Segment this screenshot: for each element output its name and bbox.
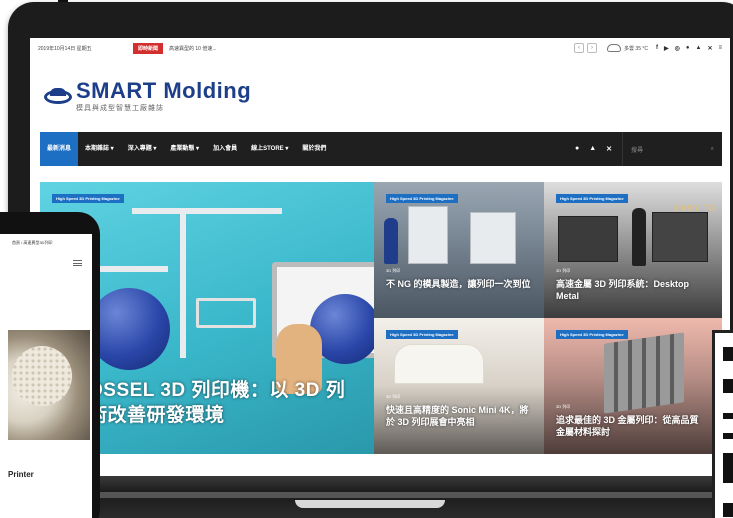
worker-illustration	[384, 218, 398, 264]
youtube-icon[interactable]: ▶	[664, 45, 669, 52]
article-image	[8, 330, 90, 440]
article-category: 3D 列印	[556, 268, 571, 273]
article-category: 3D 列印	[556, 404, 571, 409]
model-illustration	[394, 344, 484, 384]
social-links: f ▶ ◎ ● ▲ ✕ ≡	[656, 45, 722, 52]
search-placeholder: 搜尋	[631, 147, 644, 154]
article-title[interactable]: 不 NG 的模具製造，讓列印一次到位	[386, 278, 536, 290]
user-icon[interactable]: ●	[686, 45, 690, 52]
hard-hat-logo-icon	[44, 86, 72, 108]
date-label: 2019年10月14日 星期五	[38, 45, 92, 52]
nav-item-store[interactable]: 線上STORE ▾	[244, 132, 295, 166]
site-logo[interactable]: SMART Molding 模具與成型智慧工廠雜誌	[44, 80, 251, 113]
category-tag[interactable]: High Speed 3D Printing Magazine	[52, 194, 124, 203]
laptop-frame: 2019年10月14日 星期五 即時新聞 高速異型的 10 倍速... ‹ › …	[8, 2, 733, 502]
shuffle-icon[interactable]: ✕	[707, 45, 712, 52]
weather-text: 多雲 35 °C	[624, 45, 648, 52]
printer-frame	[132, 208, 282, 214]
shuffle-icon[interactable]: ✕	[606, 145, 612, 153]
article-tile[interactable]: High Speed 3D Printing Magazine 3D 列印 不 …	[374, 182, 544, 318]
metal-lattice-illustration	[604, 332, 684, 414]
breaking-news-badge: 即時新聞	[133, 42, 164, 54]
menu-icon[interactable]: ≡	[718, 45, 722, 52]
weather-widget: 多雲 35 °C	[607, 44, 648, 52]
nav-item-features[interactable]: 深入專題 ▾	[121, 132, 164, 166]
lattice-sphere-illustration	[12, 346, 72, 406]
arrow-illustration	[196, 298, 256, 328]
featured-title-line2: 術改善研發環境	[88, 405, 225, 426]
article-tile[interactable]: High Speed 3D Printing Magazine 3D 列印 快速…	[374, 318, 544, 454]
printer-frame	[180, 208, 186, 358]
chevron-right-icon[interactable]: ›	[587, 43, 598, 53]
article-category: 3D 列印	[386, 394, 401, 399]
worker-illustration	[632, 208, 646, 266]
main-navigation: 最新消息 本期雜誌 ▾ 深入專題 ▾ 產業動態 ▾ 加入會員 線上STORE ▾…	[40, 132, 722, 166]
logo-title: SMART Molding	[76, 78, 252, 103]
search-icon[interactable]: ⌕	[711, 146, 714, 153]
nav-item-about[interactable]: 關於我們	[295, 132, 333, 166]
article-category: 3D 列印	[386, 268, 401, 273]
featured-grid: High Speed 3D Printing Magazine OSSEL 3D…	[40, 182, 722, 454]
article-tile[interactable]: EASY TO High Speed 3D Printing Magazine …	[544, 182, 722, 318]
machine-illustration	[408, 206, 448, 264]
machine-illustration	[652, 212, 708, 262]
category-tag[interactable]: High Speed 3D Printing Magazine	[556, 330, 628, 339]
hamburger-menu-icon[interactable]	[73, 260, 82, 266]
category-tag[interactable]: High Speed 3D Printing Magazine	[386, 194, 458, 203]
featured-title[interactable]: OSSEL 3D 列印機：以 3D 列 術改善研發環境	[88, 378, 345, 428]
instagram-icon[interactable]: ◎	[675, 45, 680, 52]
machine-illustration	[470, 212, 516, 264]
blue-sphere	[88, 288, 170, 370]
search-input[interactable]: 搜尋 ⌕	[622, 132, 722, 166]
top-bar: 2019年10月14日 星期五 即時新聞 高速異型的 10 倍速... ‹ › …	[30, 38, 730, 58]
phone-frame: 首頁 / 高速異型3D列印 Printer	[0, 212, 100, 518]
lock-icon[interactable]: ▲	[589, 145, 596, 153]
article-tile[interactable]: High Speed 3D Printing Magazine 3D 列印 追求…	[544, 318, 722, 454]
article-title[interactable]: 追求最佳的 3D 金屬列印：從高品質金屬材料探討	[556, 414, 706, 438]
user-icon[interactable]: ●	[575, 145, 579, 153]
nav-item-industry[interactable]: 產業動態 ▾	[163, 132, 206, 166]
article-title[interactable]: 高速金屬 3D 列印系統：Desktop Metal	[556, 278, 706, 302]
laptop-base	[0, 476, 733, 518]
phone-screen: 首頁 / 高速異型3D列印 Printer	[0, 234, 92, 518]
facebook-icon[interactable]: f	[656, 45, 658, 52]
laptop-screen: 2019年10月14日 星期五 即時新聞 高速異型的 10 倍速... ‹ › …	[30, 38, 730, 478]
nav-icons: ● ▲ ✕	[575, 145, 612, 153]
featured-title-line1: OSSEL 3D 列印機：以 3D 列	[88, 380, 346, 401]
news-ticker[interactable]: 高速異型的 10 倍速...	[169, 45, 574, 52]
article-title-fragment[interactable]: Printer	[8, 470, 34, 479]
nav-item-magazine[interactable]: 本期雜誌 ▾	[78, 132, 121, 166]
laptop-hinge	[0, 492, 733, 498]
machine-illustration	[558, 216, 618, 262]
ticker-arrows: ‹ ›	[574, 43, 598, 53]
cloud-icon	[607, 44, 622, 52]
breadcrumb[interactable]: 首頁 / 高速異型3D列印	[12, 240, 52, 246]
partial-device	[712, 330, 733, 518]
logo-subtitle: 模具與成型智慧工廠雜誌	[76, 105, 164, 112]
article-title[interactable]: 快速且高精度的 Sonic Mini 4K，將於 3D 列印展會中亮相	[386, 404, 536, 428]
printer-frame	[98, 266, 168, 272]
lock-icon[interactable]: ▲	[696, 45, 702, 52]
category-tag[interactable]: High Speed 3D Printing Magazine	[386, 330, 458, 339]
chevron-left-icon[interactable]: ‹	[574, 43, 585, 53]
nav-item-join[interactable]: 加入會員	[206, 132, 244, 166]
device-mockup: 2019年10月14日 星期五 即時新聞 高速異型的 10 倍速... ‹ › …	[0, 0, 733, 518]
nav-item-latest[interactable]: 最新消息	[40, 132, 79, 166]
category-tag[interactable]: High Speed 3D Printing Magazine	[556, 194, 628, 203]
laptop-notch	[295, 500, 445, 508]
